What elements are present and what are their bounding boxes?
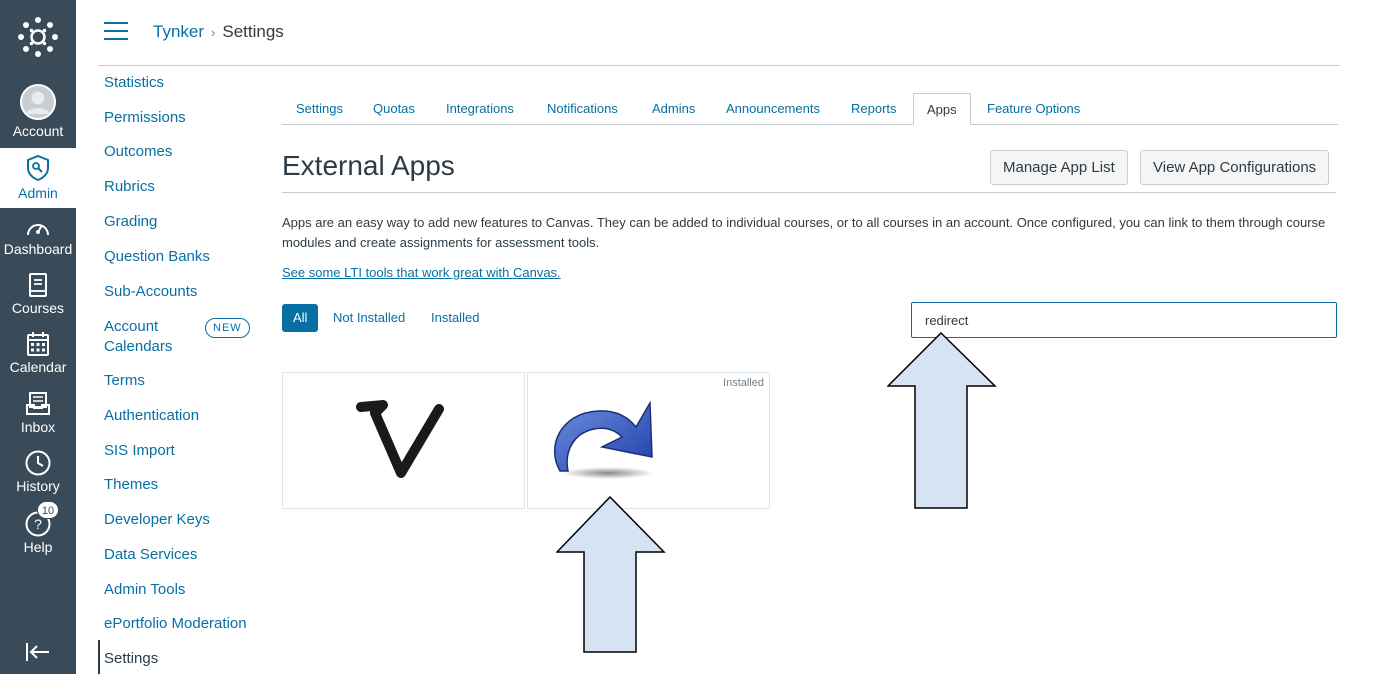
tab-integrations[interactable]: Integrations bbox=[446, 93, 514, 125]
tab-apps[interactable]: Apps bbox=[913, 93, 971, 125]
svg-text:?: ? bbox=[34, 516, 42, 532]
hamburger-menu-icon[interactable] bbox=[104, 22, 128, 42]
dashboard-gauge-icon bbox=[27, 224, 49, 236]
menu-rubrics[interactable]: Rubrics bbox=[104, 178, 155, 195]
page-title: External Apps bbox=[282, 150, 455, 181]
menu-themes[interactable]: Themes bbox=[104, 476, 158, 493]
settings-tabs: Settings Quotas Integrations Notificatio… bbox=[282, 93, 1338, 125]
nav-history[interactable]: History bbox=[0, 449, 76, 494]
lti-tools-link[interactable]: See some LTI tools that work great with … bbox=[282, 265, 561, 280]
annotation-arrow-up bbox=[556, 496, 666, 653]
nav-calendar-label: Calendar bbox=[9, 359, 67, 375]
menu-authentication[interactable]: Authentication bbox=[104, 407, 199, 424]
filter-not-installed[interactable]: Not Installed bbox=[333, 304, 405, 332]
redirect-arrow-icon bbox=[553, 400, 654, 479]
nav-account-label: Account bbox=[12, 123, 64, 139]
menu-sub-accounts[interactable]: Sub-Accounts bbox=[104, 283, 197, 300]
nav-help[interactable]: ? 10 Help bbox=[0, 501, 76, 555]
menu-terms[interactable]: Terms bbox=[104, 372, 145, 389]
menu-permissions[interactable]: Permissions bbox=[104, 109, 186, 126]
nav-inbox[interactable]: Inbox bbox=[0, 391, 76, 435]
tab-reports[interactable]: Reports bbox=[851, 93, 897, 125]
admin-shield-icon bbox=[27, 154, 49, 182]
avatar-icon bbox=[20, 84, 56, 120]
v-check-logo-icon bbox=[356, 400, 444, 478]
filter-installed[interactable]: Installed bbox=[431, 304, 479, 332]
breadcrumb-chevron-icon: › bbox=[211, 25, 216, 40]
app-card[interactable]: Installed bbox=[527, 372, 770, 509]
nav-help-label: Help bbox=[23, 539, 53, 555]
history-clock-icon bbox=[25, 450, 51, 476]
app-card[interactable] bbox=[282, 372, 525, 509]
canvas-logo-icon[interactable] bbox=[0, 16, 76, 58]
calendar-icon bbox=[27, 332, 49, 356]
breadcrumb-account-link[interactable]: Tynker bbox=[153, 22, 204, 41]
tab-admins[interactable]: Admins bbox=[652, 93, 695, 125]
nav-admin[interactable]: Admin bbox=[0, 148, 76, 208]
title-divider bbox=[282, 192, 1336, 193]
nav-courses[interactable]: Courses bbox=[0, 272, 76, 316]
breadcrumb: Tynker › Settings bbox=[153, 22, 284, 42]
menu-developer-keys[interactable]: Developer Keys bbox=[104, 511, 210, 528]
nav-inbox-label: Inbox bbox=[20, 419, 56, 435]
menu-account-calendars[interactable]: Account Calendars NEW bbox=[104, 317, 254, 357]
menu-settings[interactable]: Settings bbox=[104, 650, 158, 667]
filter-all[interactable]: All bbox=[282, 304, 319, 332]
menu-question-banks[interactable]: Question Banks bbox=[104, 248, 210, 265]
collapse-nav-icon[interactable] bbox=[0, 642, 76, 662]
apps-description: Apps are an easy way to add new features… bbox=[282, 215, 1326, 250]
global-navigation: Account Admin Dashboard Courses Calendar… bbox=[0, 0, 76, 674]
menu-statistics[interactable]: Statistics bbox=[104, 74, 164, 91]
breadcrumb-current: Settings bbox=[222, 22, 284, 41]
menu-active-indicator bbox=[98, 640, 100, 674]
nav-dashboard[interactable]: Dashboard bbox=[0, 217, 76, 257]
help-count-badge: 10 bbox=[37, 501, 59, 519]
menu-account-calendars-line2: Calendars bbox=[104, 338, 173, 355]
nav-admin-label: Admin bbox=[18, 185, 58, 201]
nav-history-label: History bbox=[16, 478, 60, 494]
installed-badge: Installed bbox=[723, 377, 764, 389]
new-badge: NEW bbox=[205, 318, 250, 338]
annotation-arrow-up bbox=[887, 332, 997, 509]
header-divider bbox=[98, 65, 1340, 66]
menu-outcomes[interactable]: Outcomes bbox=[104, 143, 172, 160]
tab-announcements[interactable]: Announcements bbox=[726, 93, 820, 125]
nav-courses-label: Courses bbox=[11, 300, 65, 316]
tab-feature-options[interactable]: Feature Options bbox=[987, 93, 1080, 125]
menu-admin-tools[interactable]: Admin Tools bbox=[104, 581, 185, 598]
tab-settings[interactable]: Settings bbox=[296, 93, 343, 125]
manage-app-list-button[interactable]: Manage App List bbox=[990, 150, 1128, 185]
nav-dashboard-label: Dashboard bbox=[3, 241, 73, 257]
menu-data-services[interactable]: Data Services bbox=[104, 546, 197, 563]
tab-notifications[interactable]: Notifications bbox=[547, 93, 618, 125]
nav-account[interactable]: Account bbox=[0, 84, 76, 139]
view-app-configurations-button[interactable]: View App Configurations bbox=[1140, 150, 1330, 185]
menu-grading[interactable]: Grading bbox=[104, 213, 157, 230]
menu-sis-import[interactable]: SIS Import bbox=[104, 442, 175, 459]
inbox-icon bbox=[26, 392, 50, 415]
nav-calendar[interactable]: Calendar bbox=[0, 331, 76, 375]
courses-book-icon bbox=[29, 273, 47, 297]
menu-eportfolio-moderation[interactable]: ePortfolio Moderation bbox=[104, 615, 247, 632]
tab-quotas[interactable]: Quotas bbox=[373, 93, 415, 125]
